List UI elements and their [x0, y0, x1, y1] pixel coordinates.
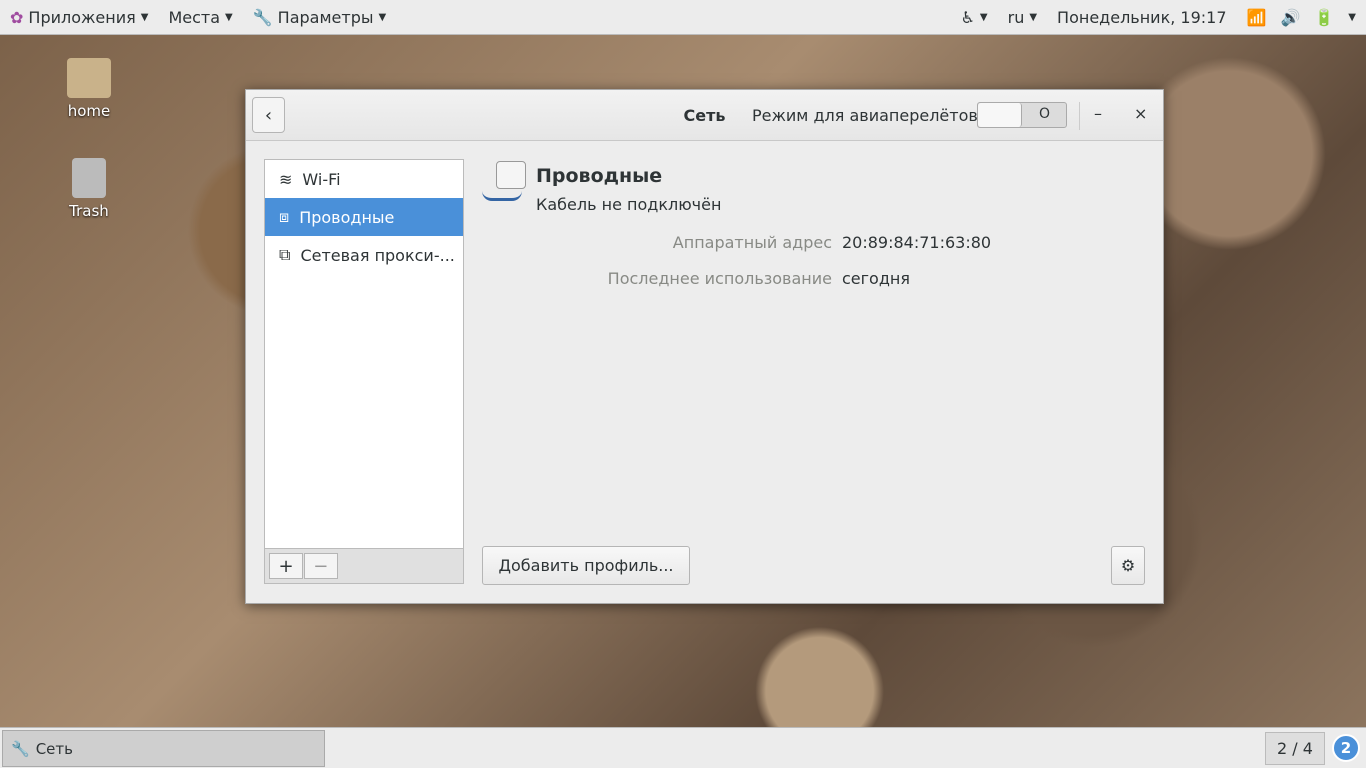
network-settings-window: ‹ Сеть Режим для авиаперелётов O – × ≋ Wi…	[245, 89, 1164, 604]
volume-icon: 🔊	[1280, 7, 1301, 27]
wifi-icon: ≋	[279, 169, 293, 189]
detail-label: Аппаратный адрес	[672, 233, 832, 252]
places-menu[interactable]: Места ▼	[158, 0, 242, 34]
remove-button[interactable]: −	[303, 553, 338, 579]
proxy-icon: ⧉	[279, 245, 291, 264]
desktop-icon-home[interactable]: home	[60, 58, 118, 120]
divider	[1079, 102, 1080, 130]
list-toolbar: + −	[264, 548, 464, 584]
caret-icon: ▼	[378, 11, 387, 23]
settings-label: Параметры	[277, 7, 374, 27]
close-button[interactable]: ×	[1134, 104, 1147, 123]
taskbar: 🔧 Сеть 2 / 4 2	[0, 727, 1366, 768]
add-profile-button[interactable]: Добавить профиль...	[482, 546, 690, 585]
device-name: Проводные	[536, 165, 663, 187]
workspace-indicator[interactable]: 2 / 4	[1265, 732, 1325, 765]
trash-label: Trash	[69, 202, 109, 220]
clock[interactable]: Понедельник, 19:17	[1047, 0, 1237, 34]
tools-icon: 🔧	[11, 739, 30, 758]
places-label: Места	[168, 7, 221, 27]
caret-icon: ▼	[225, 11, 233, 23]
apps-icon: ✿	[10, 7, 24, 27]
applications-menu[interactable]: ✿ Приложения ▼	[0, 0, 158, 34]
detail-value: сегодня	[842, 269, 910, 288]
notification-badge[interactable]: 2	[1332, 734, 1360, 762]
switch-state: O	[1038, 106, 1050, 122]
detail-value: 20:89:84:71:63:80	[842, 233, 992, 252]
language-label: ru	[1007, 7, 1025, 27]
caret-icon: ▼	[1348, 11, 1356, 23]
top-bar: ✿ Приложения ▼ Места ▼ 🔧 Параметры ▼ ♿ ▼ ru ▼ П…	[0, 0, 1366, 35]
sidebar-item-proxy[interactable]: ⧉ Сетевая прокси-...	[265, 236, 463, 274]
settings-button[interactable]: ⚙	[1111, 546, 1145, 585]
airplane-mode-label: Режим для авиаперелётов	[752, 106, 978, 125]
tools-icon: 🔧	[252, 7, 273, 27]
item-label: Wi-Fi	[302, 169, 341, 189]
accessibility-icon: ♿	[960, 7, 975, 27]
sidebar-item-wifi[interactable]: ≋ Wi-Fi	[265, 160, 463, 198]
airplane-mode-switch[interactable]: O	[977, 102, 1067, 128]
item-label: Сетевая прокси-...	[300, 245, 455, 265]
battery-icon: 🔋	[1314, 7, 1335, 27]
settings-menu[interactable]: 🔧 Параметры ▼	[243, 0, 396, 34]
switch-knob	[978, 103, 1022, 127]
task-network[interactable]: 🔧 Сеть	[2, 730, 325, 767]
home-label: home	[67, 102, 111, 120]
device-list: ≋ Wi-Fi ⧈ Проводные ⧉ Сетевая прокси-...	[264, 159, 464, 549]
task-label: Сеть	[35, 739, 73, 758]
device-status: Кабель не подключён	[536, 195, 722, 214]
sidebar-item-wired[interactable]: ⧈ Проводные	[265, 198, 463, 236]
apps-label: Приложения	[28, 7, 136, 27]
device-panel: Проводные Кабель не подключён Аппаратный…	[482, 159, 1145, 585]
caret-icon: ▼	[140, 11, 149, 23]
caret-icon: ▼	[1029, 11, 1038, 23]
minimize-button[interactable]: –	[1094, 104, 1102, 123]
item-label: Проводные	[299, 207, 395, 227]
gear-icon: ⚙	[1120, 556, 1136, 575]
trash-icon	[72, 158, 106, 198]
add-button[interactable]: +	[269, 553, 303, 579]
home-folder-icon	[67, 58, 111, 98]
accessibility-menu[interactable]: ♿ ▼	[951, 0, 998, 34]
ethernet-icon	[482, 161, 528, 205]
language-menu[interactable]: ru ▼	[998, 0, 1047, 34]
desktop-icon-trash[interactable]: Trash	[60, 158, 118, 220]
header-bar: ‹ Сеть Режим для авиаперелётов O – ×	[246, 90, 1163, 141]
detail-label: Последнее использование	[607, 269, 832, 288]
system-menu[interactable]: 📶 🔊 🔋 ▼	[1237, 0, 1366, 34]
wifi-icon: 📶	[1246, 7, 1267, 27]
wired-icon: ⧈	[279, 207, 290, 226]
caret-icon: ▼	[979, 11, 988, 23]
